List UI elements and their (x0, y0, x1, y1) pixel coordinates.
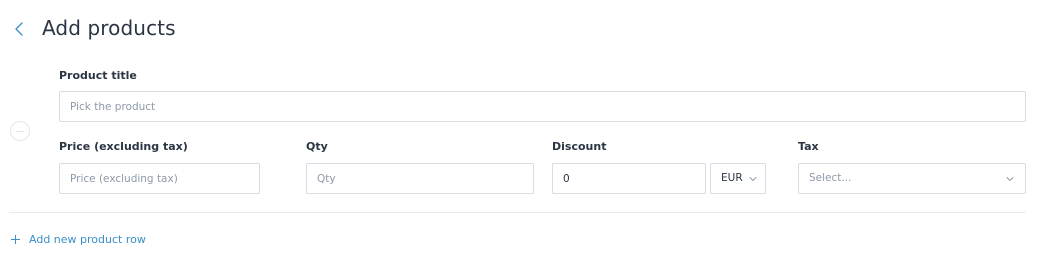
chevron-left-icon[interactable] (12, 21, 28, 37)
page-title: Add products (42, 16, 176, 40)
qty-label: Qty (306, 140, 328, 153)
discount-label: Discount (552, 140, 607, 153)
minus-circle-icon[interactable] (10, 121, 30, 141)
currency-value: EUR (721, 172, 743, 184)
add-product-row-label: Add new product row (29, 232, 146, 246)
divider (9, 212, 1026, 213)
currency-select[interactable]: EUR (710, 163, 766, 194)
tax-label: Tax (798, 140, 819, 153)
chevron-down-icon (749, 175, 757, 183)
add-product-row-button[interactable]: Add new product row (10, 231, 146, 247)
price-input[interactable] (59, 163, 260, 194)
chevron-down-icon (1006, 175, 1014, 183)
tax-placeholder: Select... (809, 172, 852, 184)
product-title-input[interactable] (59, 91, 1026, 122)
price-label: Price (excluding tax) (59, 140, 188, 153)
product-title-label: Product title (59, 69, 137, 82)
discount-input[interactable] (552, 163, 706, 194)
tax-select[interactable]: Select... (798, 163, 1026, 194)
qty-input[interactable] (306, 163, 534, 194)
plus-icon (10, 234, 21, 245)
